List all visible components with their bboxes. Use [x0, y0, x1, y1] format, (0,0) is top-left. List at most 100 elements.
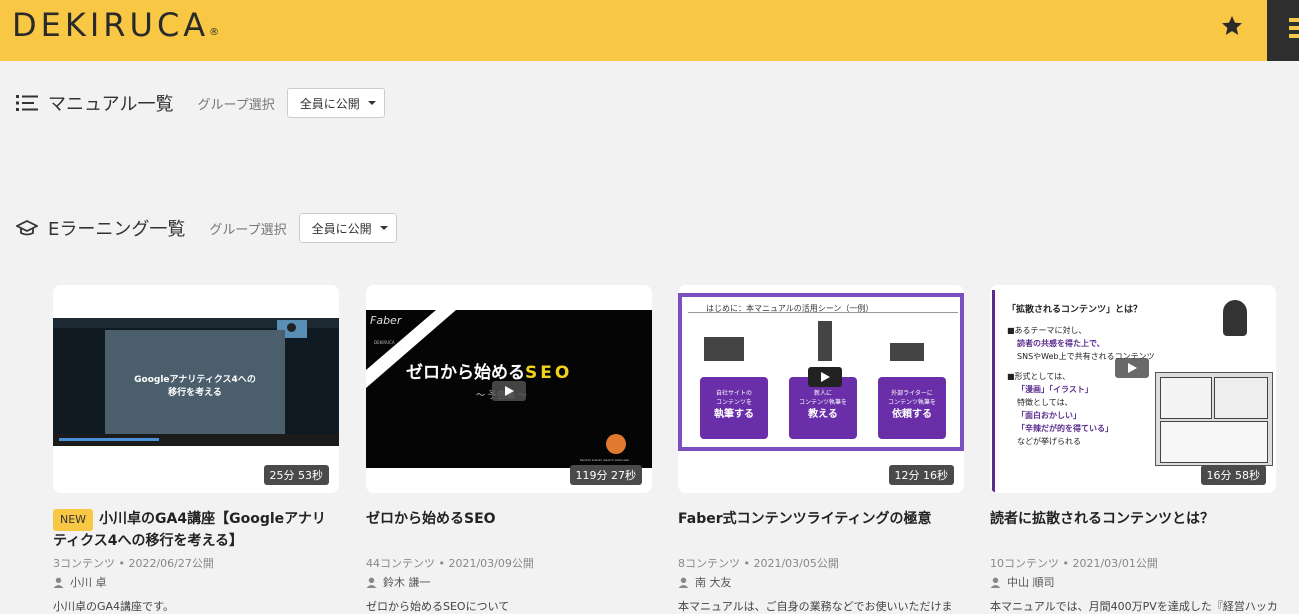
thumb-seo-text: SEO: [525, 363, 573, 383]
scene-box-big: 執筆する: [714, 409, 754, 420]
elearning-header: Eラーニング一覧 グループ選択 全員に公開: [16, 213, 397, 243]
course-description: ゼロから始めるSEOについて: [366, 600, 510, 613]
author-name: 鈴木 謙一: [383, 576, 431, 589]
duration-badge: 16分 58秒: [1200, 465, 1266, 485]
course-thumbnail[interactable]: 「拡散されるコンテンツ」とは？ ■あるテーマに対し、 読者の共感を得た上で、 S…: [990, 285, 1276, 493]
scene-box-big: 依頼する: [892, 409, 932, 420]
elearning-title: Eラーニング一覧: [48, 219, 186, 240]
scene-box: 自社サイトの コンテンツを 執筆する: [700, 377, 768, 439]
content-count: 8コンテンツ: [678, 557, 740, 570]
content-count: 10コンテンツ: [990, 557, 1059, 570]
course-title-row[interactable]: 読者に拡散されるコンテンツとは？: [990, 509, 1276, 529]
course-meta: 10コンテンツ • 2021/03/01公開: [990, 557, 1158, 570]
manuals-group-label: グループ選択: [197, 97, 275, 113]
course-author: 鈴木 謙一: [366, 574, 431, 590]
slide-line: 特徴としては、: [1017, 398, 1073, 407]
elearning-group-select[interactable]: 全員に公開: [298, 213, 397, 243]
course-thumbnail[interactable]: Googleアナリティクス4への 移行を考える 25分 53秒: [53, 285, 339, 493]
user-icon: [53, 577, 64, 588]
scene-illustration: [890, 343, 924, 361]
manuals-select-value: 全員に公開: [299, 96, 360, 111]
publish-date: 2021/03/01公開: [1072, 557, 1158, 570]
course-title-row[interactable]: NEW 小川卓のGA4講座【Googleアナリティクス4への移行を考える】: [53, 509, 339, 551]
scene-illustration: [704, 337, 744, 361]
scene-box-line: 外部ライターに: [891, 390, 933, 397]
user-icon: [678, 577, 689, 588]
content-count: 3コンテンツ: [53, 557, 115, 570]
user-icon: [366, 577, 377, 588]
menu-icon[interactable]: [1267, 0, 1299, 61]
elearning-select-value: 全員に公開: [311, 221, 372, 236]
course-card[interactable]: はじめに：本マニュアルの活用シーン（一例） 自社サイトの コンテンツを 執筆する…: [678, 285, 964, 613]
duration-badge: 119分 27秒: [569, 465, 642, 485]
course-author: 南 大友: [678, 574, 732, 590]
course-title: ゼロから始めるSEO: [366, 511, 496, 527]
slide-heading: 「拡散されるコンテンツ」とは？: [1007, 305, 1143, 315]
course-title: 読者に拡散されるコンテンツとは？: [990, 511, 1214, 527]
slide-frame: 「拡散されるコンテンツ」とは？ ■あるテーマに対し、 読者の共感を得た上で、 S…: [992, 290, 1274, 493]
play-icon[interactable]: [1115, 358, 1149, 378]
chevron-down-icon: [367, 101, 376, 105]
course-title: 小川卓のGA4講座【Googleアナリティクス4への移行を考える】: [53, 511, 326, 549]
chevron-down-icon: [379, 226, 388, 230]
course-meta: 8コンテンツ • 2021/03/05公開: [678, 557, 839, 570]
author-name: 中山 順司: [1007, 576, 1055, 589]
course-meta: 44コンテンツ • 2021/03/09公開: [366, 557, 534, 570]
course-thumbnail[interactable]: Faber DEKIRUCA ゼロから始めるSEO 〜 予告編 〜 Kenich…: [366, 285, 652, 493]
course-card[interactable]: Googleアナリティクス4への 移行を考える 25分 53秒 NEW 小川卓のG…: [53, 285, 339, 613]
duration-badge: 12分 16秒: [888, 465, 954, 485]
play-icon[interactable]: [492, 381, 526, 401]
logo[interactable]: DEKIRUCA®: [12, 6, 223, 44]
slide-line: 「面白おかしい」: [1017, 411, 1081, 420]
logo-registered-mark: ®: [209, 27, 224, 38]
player-controls: [53, 434, 339, 446]
slide-line: 「辛辣だが的を得ている」: [1017, 424, 1113, 433]
thumb-text-1: Googleアナリティクス4への: [134, 375, 256, 385]
dekiruca-mini-logo: DEKIRUCA: [374, 340, 395, 345]
scene-box: 外部ライターに コンテンツ執筆を 依頼する: [878, 377, 946, 439]
scene-box-line: 自社サイトの: [715, 390, 752, 397]
author-name: 小川 卓: [70, 576, 107, 589]
logo-text: DEKIRUCA: [12, 6, 210, 44]
slide-line: 読者の共感を得た上で、: [1017, 339, 1105, 348]
course-title-row[interactable]: Faber式コンテンツライティングの極意: [678, 509, 964, 529]
content-count: 44コンテンツ: [366, 557, 435, 570]
course-thumbnail[interactable]: はじめに：本マニュアルの活用シーン（一例） 自社サイトの コンテンツを 執筆する…: [678, 285, 964, 493]
scene-illustration: [818, 321, 832, 361]
scene-box-line: コンテンツを: [715, 399, 752, 406]
manuals-title: マニュアル一覧: [48, 94, 174, 115]
slide-line: などが挙げられる: [1017, 437, 1081, 446]
manga-illustration: [1155, 372, 1273, 466]
course-author: 中山 順司: [990, 574, 1055, 590]
manuals-group-select[interactable]: 全員に公開: [286, 88, 385, 118]
video-frame: Googleアナリティクス4への 移行を考える: [53, 318, 339, 446]
favorites-star-icon[interactable]: [1216, 10, 1248, 42]
course-title-row[interactable]: ゼロから始めるSEO: [366, 509, 652, 529]
publish-date: 2021/03/09公開: [448, 557, 534, 570]
graduation-cap-icon: [16, 217, 38, 239]
course-card[interactable]: Faber DEKIRUCA ゼロから始めるSEO 〜 予告編 〜 Kenich…: [366, 285, 652, 613]
thumb-caption: Kenichi Suzuki, Search Advocate: [580, 458, 629, 462]
character-illustration: [1223, 300, 1247, 336]
scene-box-line: コンテンツ執筆を: [798, 399, 847, 406]
slide-line: 「漫画」「イラスト」: [1017, 385, 1093, 394]
list-icon: [16, 92, 38, 114]
course-card[interactable]: 「拡散されるコンテンツ」とは？ ■あるテーマに対し、 読者の共感を得た上で、 S…: [990, 285, 1278, 613]
author-name: 南 大友: [695, 576, 732, 589]
thumb-main-text: ゼロから始める: [406, 363, 525, 383]
course-author: 小川 卓: [53, 574, 107, 590]
play-icon[interactable]: [808, 367, 842, 387]
course-title: Faber式コンテンツライティングの極意: [678, 511, 932, 527]
user-icon: [990, 577, 1001, 588]
publish-date: 2022/06/27公開: [128, 557, 214, 570]
course-description: 小川卓のGA4講座です。: [53, 600, 174, 613]
publish-date: 2021/03/05公開: [753, 557, 839, 570]
scene-box-line: コンテンツ執筆を: [887, 399, 936, 406]
course-description: 本マニュアルは、ご自身の業務などでお使いいただけま: [678, 600, 953, 613]
video-frame: Faber DEKIRUCA ゼロから始めるSEO 〜 予告編 〜 Kenich…: [366, 310, 652, 468]
duration-badge: 25分 53秒: [263, 465, 329, 485]
slide-frame: はじめに：本マニュアルの活用シーン（一例） 自社サイトの コンテンツを 執筆する…: [678, 293, 964, 451]
elearning-group-label: グループ選択: [209, 222, 287, 238]
course-meta: 3コンテンツ • 2022/06/27公開: [53, 557, 214, 570]
manuals-header: マニュアル一覧 グループ選択 全員に公開: [16, 88, 385, 118]
